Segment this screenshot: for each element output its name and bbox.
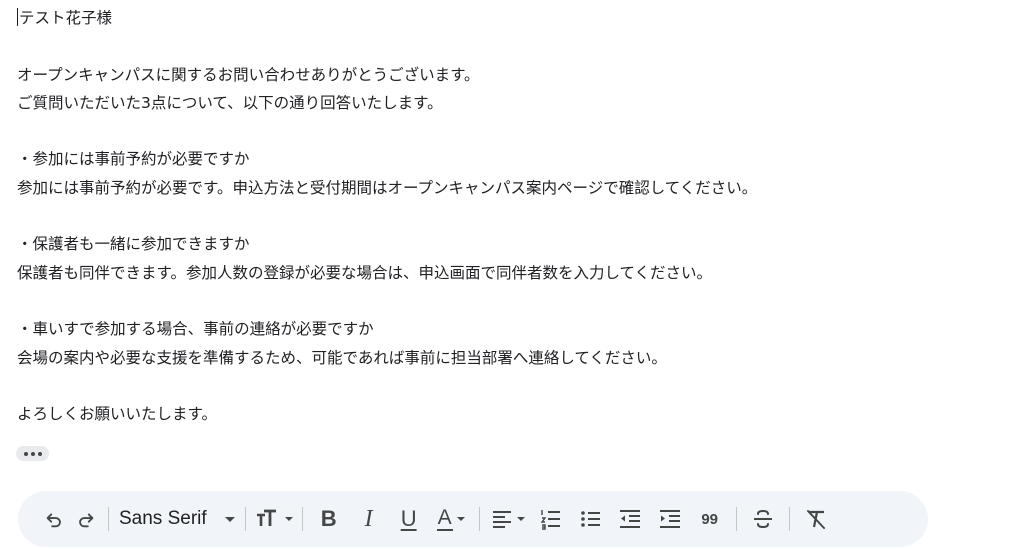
indent-more-button[interactable] bbox=[650, 501, 690, 537]
toolbar-divider bbox=[478, 507, 480, 531]
font-family-select[interactable]: Sans Serif bbox=[115, 501, 239, 537]
quote-button[interactable]: 99 bbox=[690, 501, 730, 537]
strikethrough-icon bbox=[753, 509, 772, 529]
underline-button[interactable]: U bbox=[389, 501, 429, 537]
strikethrough-button[interactable] bbox=[743, 501, 783, 537]
dot-icon bbox=[23, 451, 28, 456]
toolbar-divider bbox=[788, 507, 790, 531]
show-trimmed-content-button[interactable] bbox=[16, 446, 49, 461]
font-family-label: Sans Serif bbox=[119, 508, 207, 529]
undo-button[interactable] bbox=[38, 501, 70, 537]
italic-icon: I bbox=[364, 506, 373, 532]
indent-less-icon bbox=[619, 510, 640, 528]
message-body[interactable]: テスト花子様 オープンキャンパスに関するお問い合わせありがとうございます。 ご質… bbox=[17, 4, 1007, 440]
text-caret bbox=[17, 8, 18, 26]
chevron-down-icon bbox=[224, 516, 235, 522]
underline-icon: U bbox=[400, 506, 417, 531]
text-color-icon: A bbox=[436, 506, 453, 531]
message-line bbox=[17, 287, 1007, 315]
bold-icon: B bbox=[320, 506, 337, 531]
toolbar-divider bbox=[735, 507, 737, 531]
message-line: 保護者も同伴できます。参加人数の登録が必要な場合は、申込画面で同伴者数を入力して… bbox=[17, 263, 713, 282]
toolbar-divider bbox=[244, 507, 246, 531]
bulleted-list-button[interactable] bbox=[570, 501, 610, 537]
chevron-down-icon bbox=[456, 517, 465, 521]
message-line: テスト花子様 bbox=[17, 8, 113, 27]
message-line: 会場の案内や必要な支援を準備するため、可能であれば事前に担当部署へ連絡してくださ… bbox=[17, 348, 667, 367]
message-line: ご質問いただいた3点について、以下の通り回答いたします。 bbox=[17, 93, 443, 112]
toolbar-divider bbox=[301, 507, 303, 531]
bold-button[interactable]: B bbox=[309, 501, 349, 537]
message-line bbox=[17, 372, 1007, 400]
message-line bbox=[17, 117, 1007, 145]
dot-icon bbox=[30, 451, 35, 456]
message-line: ・参加には事前予約が必要ですか bbox=[17, 150, 250, 169]
numbered-list-button[interactable] bbox=[530, 501, 570, 537]
message-line bbox=[17, 202, 1007, 230]
redo-icon bbox=[79, 513, 94, 528]
message-line: オープンキャンパスに関するお問い合わせありがとうございます。 bbox=[17, 65, 480, 84]
dot-icon bbox=[37, 451, 42, 456]
text-color-button[interactable]: A bbox=[429, 501, 473, 537]
chevron-down-icon bbox=[284, 517, 293, 521]
chevron-down-icon bbox=[516, 517, 525, 521]
message-line: ・保護者も一緒に参加できますか bbox=[17, 235, 250, 254]
remove-formatting-icon bbox=[806, 510, 825, 529]
message-line: ・車いすで参加する場合、事前の連絡が必要ですか bbox=[17, 320, 374, 339]
text-size-button[interactable] bbox=[252, 501, 296, 537]
indent-less-button[interactable] bbox=[610, 501, 650, 537]
formatting-toolbar: Sans Serif B I U A 99 bbox=[18, 491, 928, 547]
undo-icon bbox=[46, 513, 61, 528]
redo-button[interactable] bbox=[70, 501, 102, 537]
bulleted-list-icon bbox=[580, 511, 600, 527]
toolbar-divider bbox=[108, 507, 109, 531]
text-color-glyph: A bbox=[437, 506, 452, 529]
quote-icon: 99 bbox=[701, 510, 718, 528]
indent-more-icon bbox=[659, 510, 680, 528]
message-line: よろしくお願いいたします。 bbox=[17, 405, 217, 424]
numbered-list-icon bbox=[540, 510, 560, 530]
remove-formatting-button[interactable] bbox=[796, 501, 836, 537]
message-line bbox=[17, 32, 1007, 60]
message-line: 参加には事前予約が必要です。申込方法と受付期間はオープンキャンパス案内ページで確… bbox=[17, 178, 758, 197]
align-icon bbox=[492, 511, 511, 528]
align-button[interactable] bbox=[486, 501, 530, 537]
italic-button[interactable]: I bbox=[349, 501, 389, 537]
text-size-icon bbox=[256, 509, 276, 526]
